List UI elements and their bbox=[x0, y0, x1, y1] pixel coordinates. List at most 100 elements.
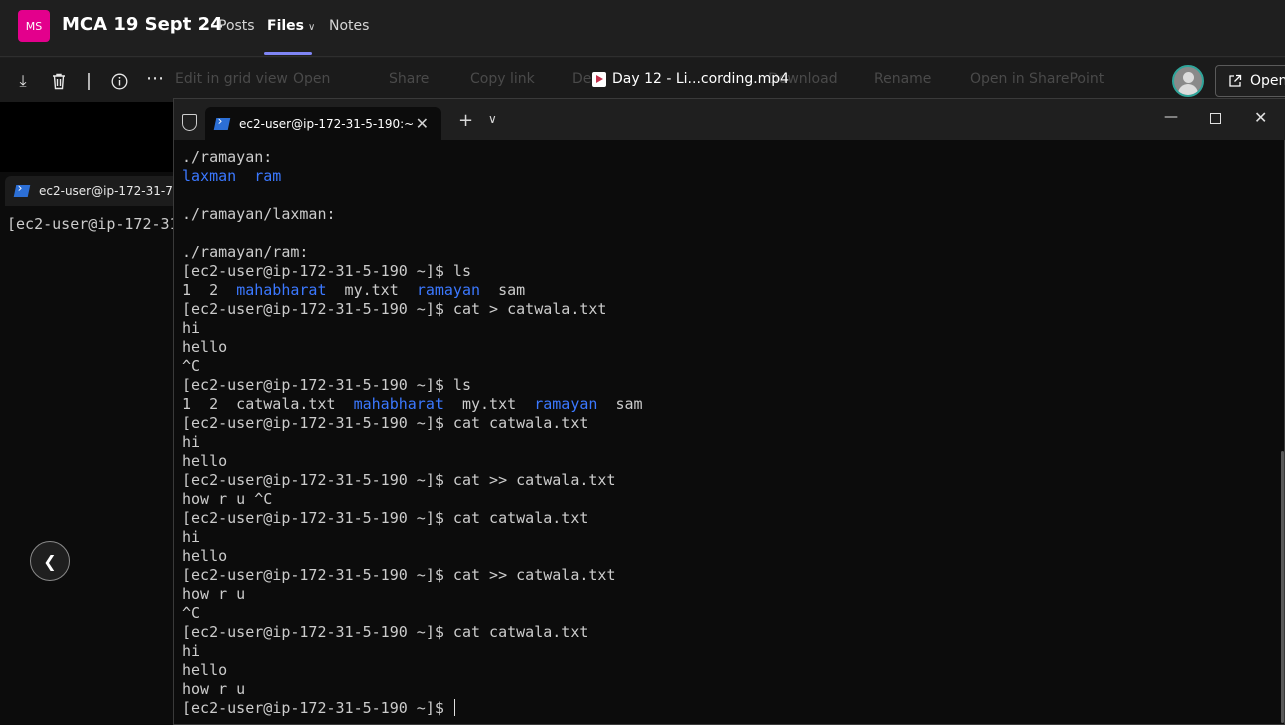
terminal-text: my.txt bbox=[443, 395, 535, 413]
chevron-down-icon[interactable]: ∨ bbox=[488, 112, 497, 126]
terminal-line: hello bbox=[182, 547, 1262, 566]
terminal-line: ./ramayan/laxman: bbox=[182, 205, 1262, 224]
more-options-icon[interactable]: ⋯ bbox=[144, 67, 166, 89]
terminal-text: hi bbox=[182, 642, 201, 660]
terminal-line: 1 2 mahabharat my.txt ramayan sam bbox=[182, 281, 1262, 300]
terminal-text: ./ramayan: bbox=[182, 148, 273, 166]
terminal-text: [ec2-user@ip-172-31-5-190 ~]$ bbox=[182, 699, 453, 717]
open-external-icon bbox=[1229, 74, 1242, 87]
terminal-text: sam bbox=[597, 395, 643, 413]
delete-action[interactable]: De bbox=[572, 71, 591, 87]
terminal-titlebar: ec2-user@ip-172-31-5-190:~ ✕ + ∨ — ✕ bbox=[174, 99, 1285, 140]
maximize-icon[interactable] bbox=[1210, 109, 1221, 128]
terminal-line: ./ramayan: bbox=[182, 148, 1262, 167]
terminal-text: 1 2 bbox=[182, 281, 237, 299]
file-toolbar: ⤓ | ⋯ Edit in grid view Open Share Copy … bbox=[0, 58, 1285, 102]
delete-icon[interactable] bbox=[48, 70, 70, 92]
terminal-text: sam bbox=[480, 281, 526, 299]
terminal-text: my.txt bbox=[326, 281, 417, 299]
terminal-line: ^C bbox=[182, 604, 1262, 623]
terminal-line: [ec2-user@ip-172-31-5-190 ~]$ cat >> cat… bbox=[182, 471, 1262, 490]
open-action[interactable]: Open bbox=[293, 71, 330, 87]
rename-action[interactable]: Rename bbox=[874, 71, 931, 87]
directory-name: mahabharat bbox=[236, 281, 327, 299]
terminal-line: [ec2-user@ip-172-31-5-190 ~]$ ls bbox=[182, 262, 1262, 281]
terminal-text: [ec2-user@ip-172-31-5-190 ~]$ cat catwal… bbox=[182, 509, 589, 527]
directory-name: ram bbox=[254, 167, 282, 185]
tab-files-label: Files bbox=[267, 18, 304, 34]
terminal-line: [ec2-user@ip-172-31-5-190 ~]$ cat catwal… bbox=[182, 414, 1262, 433]
new-tab-icon[interactable]: + bbox=[458, 110, 473, 131]
user-avatar[interactable] bbox=[1172, 65, 1204, 97]
open-button-label: Open bbox=[1250, 73, 1285, 89]
powershell-icon bbox=[13, 185, 31, 197]
terminal-line: how r u ^C bbox=[182, 490, 1262, 509]
close-window-icon[interactable]: ✕ bbox=[1254, 108, 1267, 127]
terminal-line: hello bbox=[182, 338, 1262, 357]
minimize-icon[interactable]: — bbox=[1164, 109, 1178, 125]
shield-icon bbox=[182, 114, 197, 131]
terminal-text: hello bbox=[182, 661, 228, 679]
terminal-line: [ec2-user@ip-172-31-5-190 ~]$ cat > catw… bbox=[182, 300, 1262, 319]
terminal-tab[interactable]: ec2-user@ip-172-31-5-190:~ ✕ bbox=[205, 107, 441, 140]
terminal-text: hello bbox=[182, 452, 228, 470]
info-icon[interactable] bbox=[108, 70, 130, 92]
chevron-left-icon: ❮ bbox=[43, 551, 57, 571]
directory-name: ramayan bbox=[534, 395, 598, 413]
terminal-line: hi bbox=[182, 528, 1262, 547]
terminal-line: how r u bbox=[182, 585, 1262, 604]
terminal-text: [ec2-user@ip-172-31-5-190 ~]$ ls bbox=[182, 376, 471, 394]
terminal-line: [ec2-user@ip-172-31-5-190 ~]$ cat catwal… bbox=[182, 509, 1262, 528]
tab-notes[interactable]: Notes bbox=[329, 18, 369, 34]
terminal-text: 1 2 catwala.txt bbox=[182, 395, 354, 413]
terminal-text: hi bbox=[182, 319, 201, 337]
terminal-line: laxman ram bbox=[182, 167, 1262, 186]
directory-name: ramayan bbox=[416, 281, 481, 299]
background-terminal-line: [ec2-user@ip-172-31-7-2 bbox=[7, 215, 175, 233]
video-frame-top bbox=[0, 102, 175, 172]
terminal-scrollbar[interactable] bbox=[1281, 451, 1284, 723]
terminal-text: ^C bbox=[182, 604, 201, 622]
tab-posts[interactable]: Posts bbox=[218, 18, 255, 34]
terminal-text: [ec2-user@ip-172-31-5-190 ~]$ ls bbox=[182, 262, 471, 280]
current-file: Day 12 - Li...cording.mp4 bbox=[592, 71, 789, 87]
active-tab-indicator bbox=[264, 52, 312, 55]
file-name-label: Day 12 - Li...cording.mp4 bbox=[612, 71, 790, 87]
previous-button[interactable]: ❮ bbox=[30, 541, 70, 581]
terminal-line: hi bbox=[182, 319, 1262, 338]
edit-grid-view-action[interactable]: Edit in grid view bbox=[175, 71, 288, 87]
tab-files[interactable]: Files ∨ bbox=[267, 18, 315, 34]
terminal-text: hello bbox=[182, 547, 228, 565]
terminal-line: ./ramayan/ram: bbox=[182, 243, 1262, 262]
terminal-output[interactable]: ./ramayan: laxman ram ./ramayan/laxman: ./r… bbox=[182, 148, 1262, 718]
terminal-line: [ec2-user@ip-172-31-5-190 ~]$ bbox=[182, 699, 1262, 718]
terminal-line: hello bbox=[182, 452, 1262, 471]
terminal-line: hi bbox=[182, 433, 1262, 452]
download-icon[interactable]: ⤓ bbox=[12, 70, 34, 92]
open-button[interactable]: Open bbox=[1215, 65, 1285, 97]
powershell-icon bbox=[213, 117, 231, 130]
chevron-down-icon: ∨ bbox=[308, 22, 316, 33]
terminal-text: ./ramayan/ram: bbox=[182, 243, 309, 261]
team-avatar[interactable]: MS bbox=[18, 10, 50, 42]
terminal-text: [ec2-user@ip-172-31-5-190 ~]$ cat >> cat… bbox=[182, 566, 616, 584]
directory-name: mahabharat bbox=[353, 395, 444, 413]
open-in-sharepoint-action[interactable]: Open in SharePoint bbox=[970, 71, 1104, 87]
teams-header: MS MCA 19 Sept 24 Posts Files ∨ Notes bbox=[0, 0, 1285, 57]
share-action[interactable]: Share bbox=[389, 71, 429, 87]
close-tab-icon[interactable]: ✕ bbox=[416, 114, 429, 133]
terminal-text: ./ramayan/laxman: bbox=[182, 205, 336, 223]
copy-link-action[interactable]: Copy link bbox=[470, 71, 535, 87]
terminal-text: how r u bbox=[182, 585, 246, 603]
terminal-line: how r u bbox=[182, 680, 1262, 699]
background-terminal bbox=[0, 172, 175, 725]
terminal-text: [ec2-user@ip-172-31-5-190 ~]$ cat catwal… bbox=[182, 414, 589, 432]
background-terminal-tab[interactable]: ec2-user@ip-172-31-7-2 bbox=[5, 176, 175, 206]
terminal-text: [ec2-user@ip-172-31-5-190 ~]$ cat > catw… bbox=[182, 300, 607, 318]
terminal-text: [ec2-user@ip-172-31-5-190 ~]$ cat catwal… bbox=[182, 623, 589, 641]
terminal-text: hi bbox=[182, 433, 201, 451]
terminal-text: how r u bbox=[182, 680, 246, 698]
separator-icon: | bbox=[86, 71, 92, 91]
person-icon bbox=[1183, 72, 1194, 83]
